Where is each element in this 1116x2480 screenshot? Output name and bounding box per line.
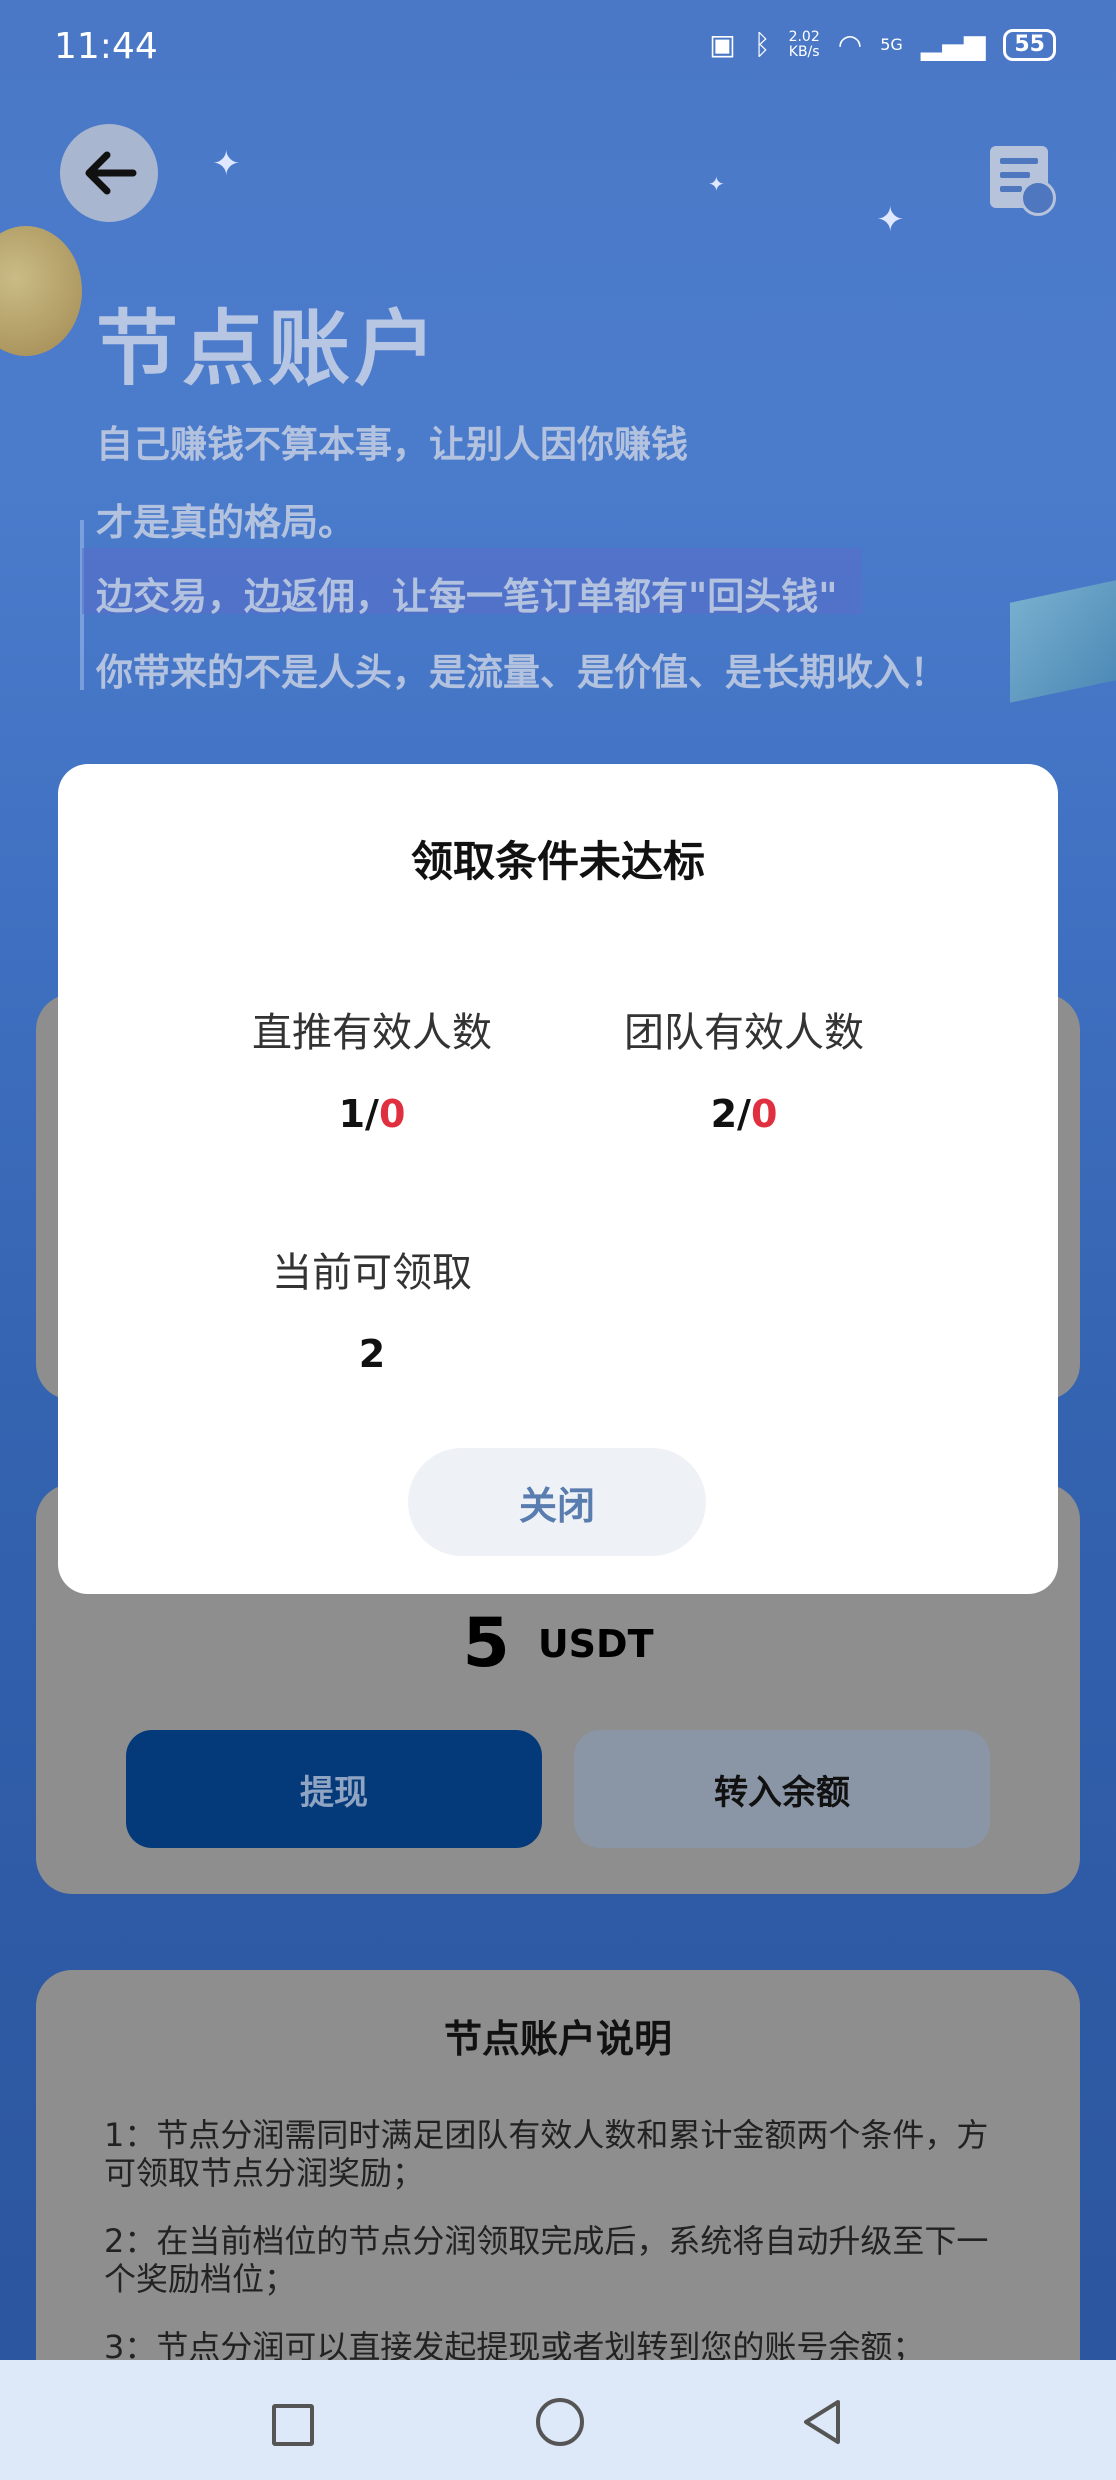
direct-referrals-stat: 直推有效人数 1/0	[222, 1000, 522, 1136]
system-nav-bar	[0, 2360, 1116, 2480]
claimable-label: 当前可领取	[272, 1250, 472, 1296]
dialog-title: 领取条件未达标	[410, 837, 705, 886]
circle-icon[interactable]	[536, 2398, 584, 2446]
direct-referrals-label: 直推有效人数	[252, 1010, 492, 1056]
condition-not-met-dialog: 领取条件未达标 直推有效人数 1/0 团队有效人数 2/0 当前可领取 2 关闭	[58, 764, 1058, 1594]
triangle-left-icon[interactable]	[800, 2398, 844, 2446]
team-members-value: 2/0	[710, 1092, 778, 1136]
direct-referrals-value: 1/0	[338, 1092, 406, 1136]
claimable-stat: 当前可领取 2	[222, 1240, 522, 1376]
claimable-value: 2	[358, 1332, 386, 1376]
close-button[interactable]: 关闭	[408, 1448, 706, 1556]
team-members-label: 团队有效人数	[624, 1010, 864, 1056]
team-members-stat: 团队有效人数 2/0	[594, 1000, 894, 1136]
square-icon[interactable]	[272, 2404, 314, 2446]
